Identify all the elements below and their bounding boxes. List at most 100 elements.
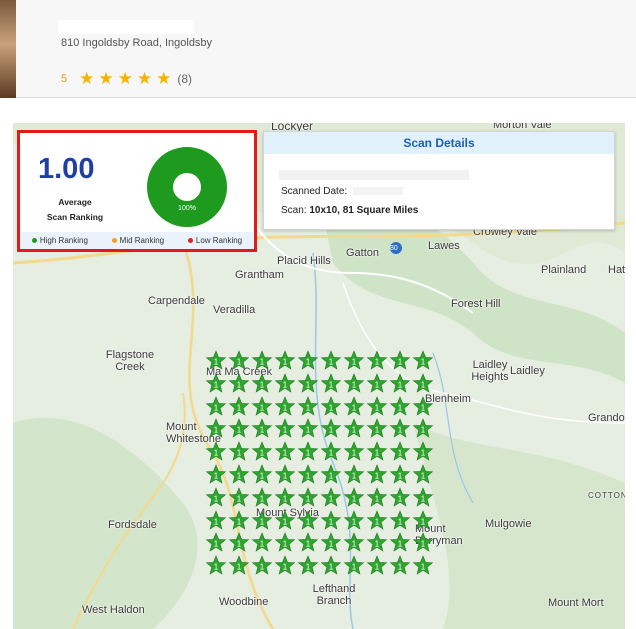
rank-pin[interactable]: 1: [366, 372, 388, 395]
rank-pin[interactable]: 1: [412, 441, 434, 463]
rank-pin[interactable]: 1: [389, 418, 411, 440]
rank-pin[interactable]: 1: [205, 555, 227, 577]
rank-pin[interactable]: 1: [205, 350, 227, 372]
rank-pin[interactable]: 1: [389, 372, 411, 395]
rank-pin[interactable]: 1: [228, 372, 250, 395]
rank-pin[interactable]: 1: [297, 395, 319, 418]
rank-pin[interactable]: 1: [412, 372, 434, 395]
rank-pin[interactable]: 1: [366, 555, 388, 577]
rank-pin[interactable]: 1: [389, 532, 411, 554]
rank-pin[interactable]: 1: [228, 350, 250, 372]
rank-pin[interactable]: 1: [205, 372, 227, 395]
rank-pin[interactable]: 1: [389, 441, 411, 463]
rank-pin[interactable]: 1: [320, 350, 342, 372]
rank-pin[interactable]: 1: [389, 350, 411, 372]
rank-pin[interactable]: 1: [297, 486, 319, 509]
rank-pin[interactable]: 1: [297, 464, 319, 486]
rank-pin[interactable]: 1: [366, 350, 388, 372]
rank-pin[interactable]: 1: [274, 418, 296, 440]
rank-pin[interactable]: 1: [274, 395, 296, 418]
rank-pin[interactable]: 1: [320, 532, 342, 554]
rank-pin[interactable]: 1: [389, 464, 411, 486]
review-count[interactable]: (8): [177, 72, 192, 86]
rank-pin[interactable]: 1: [297, 555, 319, 577]
rank-pin[interactable]: 1: [320, 418, 342, 440]
rank-pin[interactable]: 1: [366, 532, 388, 554]
rank-pin[interactable]: 1: [205, 441, 227, 463]
rank-pin[interactable]: 1: [228, 555, 250, 577]
rank-pin[interactable]: 1: [228, 441, 250, 463]
rank-pin[interactable]: 1: [205, 418, 227, 440]
rank-pin[interactable]: 1: [366, 395, 388, 418]
rank-pin[interactable]: 1: [297, 350, 319, 372]
rank-pin[interactable]: 1: [343, 464, 365, 486]
rank-pin[interactable]: 1: [412, 486, 434, 509]
rank-pin[interactable]: 1: [274, 372, 296, 395]
rank-pin[interactable]: 1: [366, 441, 388, 463]
rank-pin[interactable]: 1: [343, 350, 365, 372]
rank-pin[interactable]: 1: [366, 464, 388, 486]
rank-pin[interactable]: 1: [228, 418, 250, 440]
rank-pin[interactable]: 1: [343, 486, 365, 509]
rank-pin[interactable]: 1: [343, 509, 365, 532]
rank-pin[interactable]: 1: [205, 532, 227, 554]
rank-pin[interactable]: 1: [251, 395, 273, 418]
rank-pin[interactable]: 1: [274, 350, 296, 372]
rank-pin[interactable]: 1: [389, 509, 411, 532]
rank-pin[interactable]: 1: [297, 418, 319, 440]
rank-pin[interactable]: 1: [274, 509, 296, 532]
rank-pin[interactable]: 1: [274, 486, 296, 509]
rank-pin[interactable]: 1: [251, 441, 273, 463]
rank-pin[interactable]: 1: [366, 509, 388, 532]
rank-pin[interactable]: 1: [251, 486, 273, 509]
rank-pin[interactable]: 1: [320, 464, 342, 486]
rank-pin[interactable]: 1: [251, 350, 273, 372]
rank-pin[interactable]: 1: [343, 372, 365, 395]
rank-pin[interactable]: 1: [343, 418, 365, 440]
rank-pin[interactable]: 1: [297, 372, 319, 395]
rank-pin[interactable]: 1: [205, 464, 227, 486]
rank-pin[interactable]: 1: [274, 441, 296, 463]
rank-pin[interactable]: 1: [251, 509, 273, 532]
rank-pin[interactable]: 1: [205, 509, 227, 532]
rank-pin[interactable]: 1: [297, 532, 319, 554]
rank-pin[interactable]: 1: [205, 395, 227, 418]
rank-pin[interactable]: 1: [251, 464, 273, 486]
rank-pin[interactable]: 1: [274, 555, 296, 577]
rank-pin[interactable]: 1: [228, 395, 250, 418]
rank-pin[interactable]: 1: [320, 395, 342, 418]
rank-pin[interactable]: 1: [389, 395, 411, 418]
rank-pin[interactable]: 1: [389, 555, 411, 577]
rank-pin[interactable]: 1: [251, 532, 273, 554]
rank-pin[interactable]: 1: [366, 486, 388, 509]
rank-pin[interactable]: 1: [228, 509, 250, 532]
rank-pin[interactable]: 1: [343, 395, 365, 418]
rank-pin[interactable]: 1: [343, 555, 365, 577]
rank-pin[interactable]: 1: [251, 418, 273, 440]
rank-pin[interactable]: 1: [297, 509, 319, 532]
rank-pin[interactable]: 1: [251, 555, 273, 577]
rank-pin[interactable]: 1: [412, 350, 434, 372]
rank-pin[interactable]: 1: [412, 464, 434, 486]
rank-pin[interactable]: 1: [343, 532, 365, 554]
rank-pin[interactable]: 1: [274, 532, 296, 554]
rank-pin[interactable]: 1: [412, 532, 434, 554]
rank-pin[interactable]: 1: [389, 486, 411, 509]
rank-pin[interactable]: 1: [366, 418, 388, 440]
rank-pin[interactable]: 1: [320, 555, 342, 577]
rank-pin[interactable]: 1: [343, 441, 365, 463]
rank-pin[interactable]: 1: [320, 372, 342, 395]
rank-pin[interactable]: 1: [228, 532, 250, 554]
rank-pin[interactable]: 1: [320, 509, 342, 532]
rank-pin[interactable]: 1: [228, 464, 250, 486]
rank-pin[interactable]: 1: [412, 555, 434, 577]
rank-pin[interactable]: 1: [205, 486, 227, 509]
rank-pin[interactable]: 1: [320, 486, 342, 509]
rank-pin[interactable]: 1: [412, 418, 434, 440]
rank-pin[interactable]: 1: [320, 441, 342, 463]
rank-pin[interactable]: 1: [412, 395, 434, 418]
rank-pin[interactable]: 1: [297, 441, 319, 463]
rank-pin[interactable]: 1: [274, 464, 296, 486]
rank-pin[interactable]: 1: [251, 372, 273, 395]
rank-pin[interactable]: 1: [228, 486, 250, 509]
